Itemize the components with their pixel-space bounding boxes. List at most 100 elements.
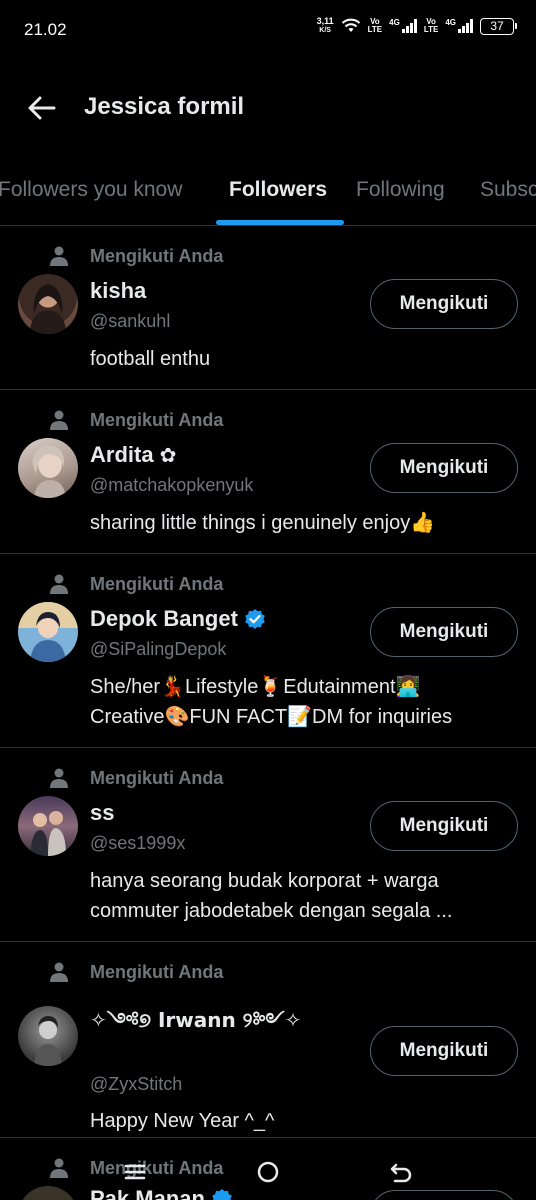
name-row: ✧༺୭ Irwann ୨༻✧ [90, 998, 301, 1054]
wifi-icon [341, 18, 360, 32]
user-handle: @matchakopkenyuk [90, 475, 254, 495]
avatar-image [34, 1016, 62, 1066]
user-handle: @ZyxStitch [90, 1074, 183, 1094]
follows-you-label: Mengikuti Anda [90, 574, 224, 594]
user-handle: @SiPalingDepok [90, 639, 227, 659]
follower-list: Mengikuti Anda kisha @sankuhl Mengikuti … [0, 226, 536, 1200]
name-row: Depok Banget [90, 606, 266, 632]
bio-line: Happy New Year ^_^ [90, 1110, 275, 1132]
name-row: kisha [90, 278, 146, 304]
following-button[interactable]: Mengikuti [370, 1026, 518, 1076]
user-card[interactable]: Mengikuti Anda ✧༺୭ Irwann ୨༻✧ @ZyxStitch… [0, 942, 536, 1138]
follows-you-label: Mengikuti Anda [90, 246, 224, 266]
avatar[interactable] [18, 274, 78, 334]
avatar[interactable] [18, 796, 78, 856]
user-card[interactable]: Mengikuti Anda Depok Banget @SiPalingDep… [0, 554, 536, 748]
bio-line: sharing little things i genuinely enjoy👍 [90, 512, 436, 534]
speed-unit: K/S [319, 27, 331, 34]
follows-you-row: Mengikuti Anda [50, 572, 223, 596]
follows-you-row: Mengikuti Anda [50, 408, 223, 432]
back-button[interactable] [26, 92, 58, 124]
name-row: ss [90, 800, 114, 826]
display-name[interactable]: ss [90, 800, 114, 826]
following-button[interactable]: Mengikuti [370, 279, 518, 329]
net-4g-label-1: 4G [389, 18, 400, 27]
following-button[interactable]: Mengikuti [370, 801, 518, 851]
display-name[interactable]: ✧༺୭ Irwann ୨༻✧ [90, 998, 301, 1054]
tab-bar: Followers you know Followers Following S… [0, 160, 536, 226]
user-bio: Happy New Year ^_^ [90, 1106, 512, 1136]
avatar-image [30, 284, 66, 334]
lte-label-1: LTE [367, 25, 383, 34]
user-bio: sharing little things i genuinely enjoy👍 [90, 508, 512, 538]
avatar[interactable] [18, 438, 78, 498]
name-row: Ardita ✿ [90, 442, 176, 468]
signal-bars-icon [401, 19, 417, 33]
person-icon [50, 768, 68, 788]
net-4g-label-2: 4G [445, 18, 456, 27]
tab-active-indicator [216, 220, 344, 225]
user-card[interactable]: Mengikuti Anda ss @ses1999x Mengikuti ha… [0, 748, 536, 942]
user-card[interactable]: Mengikuti Anda kisha @sankuhl Mengikuti … [0, 226, 536, 390]
user-card[interactable]: Mengikuti Anda Ardita ✿ @matchakopkenyuk… [0, 390, 536, 554]
flower-icon: ✿ [159, 443, 177, 467]
tab-followers[interactable]: Followers [229, 178, 327, 202]
user-handle: @ses1999x [90, 833, 186, 853]
signal-1: 4G [389, 19, 417, 33]
person-icon [50, 962, 68, 982]
lte-label-2: LTE [423, 25, 439, 34]
person-icon [50, 574, 68, 594]
status-icons: 3,11 K/S Vo LTE 4G Vo LTE 4G 37 [317, 17, 517, 35]
page-title: Jessica formil [84, 93, 245, 120]
recent-apps-button[interactable] [120, 1157, 150, 1187]
battery-icon: 37 [480, 17, 517, 35]
network-speed: 3,11 K/S [317, 17, 334, 35]
screen: 21.02 3,11 K/S Vo LTE 4G Vo LTE 4G 37 Je… [0, 0, 536, 1200]
following-button[interactable]: Mengikuti [370, 443, 518, 493]
system-back-button[interactable] [386, 1157, 416, 1187]
system-nav-bar [0, 1145, 536, 1200]
header: Jessica formil [0, 80, 536, 136]
follows-you-row: Mengikuti Anda [50, 244, 223, 268]
user-bio: football enthu [90, 344, 512, 374]
menu-icon [124, 1164, 146, 1180]
tab-followers-you-know[interactable]: Followers you know [0, 178, 182, 202]
display-name[interactable]: Depok Banget [90, 606, 238, 632]
avatar[interactable] [18, 602, 78, 662]
bio-line: She/her💃Lifestyle🍹Edutainment👩‍💻 [90, 676, 421, 698]
volte-tag-1: Vo LTE [368, 18, 383, 34]
avatar-image [32, 445, 66, 498]
status-time: 21.02 [24, 20, 67, 39]
follows-you-row: Mengikuti Anda [50, 766, 223, 790]
volte-tag-2: Vo LTE [424, 18, 439, 34]
user-bio: hanya seorang budak korporat + warga com… [90, 866, 512, 926]
avatar-image [30, 811, 66, 856]
follows-you-label: Mengikuti Anda [90, 768, 224, 788]
person-icon [50, 246, 68, 266]
person-icon [50, 410, 68, 430]
speed-value: 3,11 [316, 16, 334, 26]
bio-line: Creative🎨FUN FACT📝DM for inquiries [90, 706, 453, 728]
bio-line: football enthu [90, 348, 211, 370]
tab-subscriptions[interactable]: Subsc [480, 178, 536, 202]
bio-line: hanya seorang budak korporat + warga [90, 870, 439, 892]
display-name[interactable]: Ardita [90, 442, 154, 468]
arrow-left-icon [28, 96, 56, 120]
avatar[interactable] [18, 1006, 78, 1066]
user-bio: She/her💃Lifestyle🍹Edutainment👩‍💻 Creativ… [90, 672, 512, 732]
home-circle-icon [257, 1161, 279, 1183]
follows-you-label: Mengikuti Anda [90, 410, 224, 430]
status-bar: 21.02 3,11 K/S Vo LTE 4G Vo LTE 4G 37 [0, 0, 536, 60]
battery-level: 37 [490, 18, 504, 33]
follows-you-row: Mengikuti Anda [50, 960, 223, 984]
back-icon [390, 1163, 412, 1183]
following-button[interactable]: Mengikuti [370, 607, 518, 657]
tab-following[interactable]: Following [356, 178, 445, 202]
signal-bars-icon [458, 19, 473, 33]
verified-badge-icon [245, 609, 265, 629]
avatar-image [18, 602, 78, 662]
user-handle: @sankuhl [90, 311, 171, 331]
display-name[interactable]: kisha [90, 278, 146, 304]
signal-2: 4G [445, 19, 473, 33]
home-button[interactable] [253, 1157, 283, 1187]
